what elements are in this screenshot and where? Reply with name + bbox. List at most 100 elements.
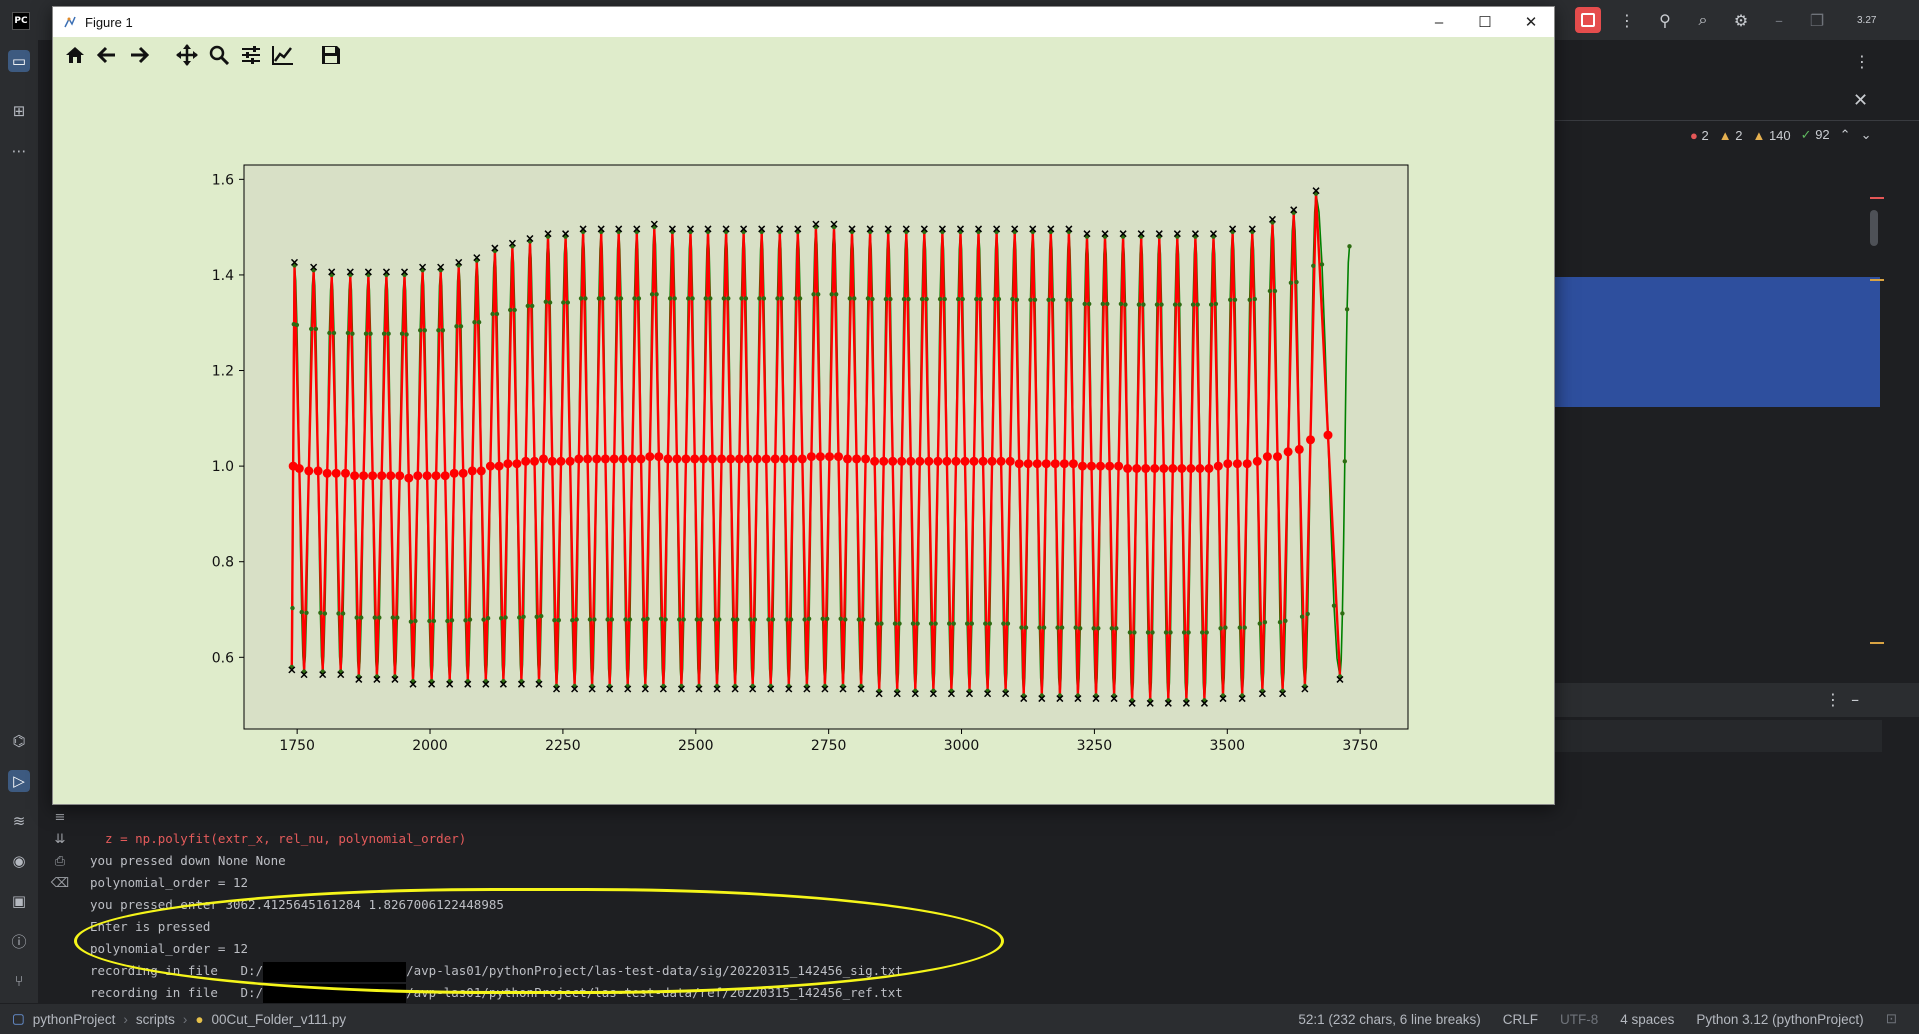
- y-tick-label: 1.4: [212, 268, 234, 284]
- signal-point: [712, 617, 717, 622]
- breadcrumb-file[interactable]: 00Cut_Folder_v111.py: [212, 1012, 347, 1027]
- minimize-button[interactable]: –: [1416, 7, 1462, 37]
- stop-button[interactable]: [1575, 7, 1601, 33]
- file-encoding[interactable]: UTF-8: [1560, 1012, 1598, 1027]
- services-icon[interactable]: ◉: [8, 850, 30, 872]
- scroll-to-end-icon[interactable]: ⇊: [50, 832, 70, 854]
- line-separator[interactable]: CRLF: [1503, 1012, 1538, 1027]
- midpoint-marker: [512, 459, 522, 469]
- signal-point: [490, 311, 495, 317]
- back-arrow-icon[interactable]: [95, 43, 119, 67]
- git-icon[interactable]: ⑂: [8, 970, 30, 992]
- indent-setting[interactable]: 4 spaces: [1620, 1012, 1674, 1027]
- signal-point: [906, 296, 911, 302]
- pan-icon[interactable]: [175, 43, 199, 67]
- signal-point: [304, 610, 309, 615]
- home-icon[interactable]: [63, 43, 87, 67]
- signal-point: [779, 296, 785, 301]
- signal-point: [816, 292, 821, 297]
- editor-more-icon[interactable]: ⋮: [1850, 52, 1874, 71]
- caret-position[interactable]: 52:1 (232 chars, 6 line breaks): [1298, 1012, 1480, 1027]
- midpoint-marker: [987, 456, 997, 466]
- editor-tab-divider: [1552, 120, 1919, 121]
- signal-point: [440, 328, 446, 333]
- plot-canvas[interactable]: 0.6 0.8 1.0 1.2 1.4 1.6 1750 2000 2250 2500 2750 3…: [53, 73, 1554, 803]
- structure-icon[interactable]: ⊞: [8, 100, 30, 122]
- signal-point: [614, 296, 619, 301]
- settings-gear-icon[interactable]: ⚙: [1729, 11, 1753, 30]
- signal-point: [1019, 625, 1024, 630]
- figure-titlebar: Figure 1 – ☐ ✕: [53, 7, 1554, 37]
- signal-point: [874, 621, 880, 626]
- zoom-icon[interactable]: [207, 43, 231, 67]
- midpoint-marker: [1159, 464, 1169, 473]
- warning-stripe-mark: [1870, 279, 1884, 281]
- close-button[interactable]: ✕: [1508, 7, 1554, 37]
- clear-trash-icon[interactable]: ⌫: [50, 876, 70, 898]
- signal-point: [1181, 630, 1187, 635]
- midpoint-marker: [752, 454, 762, 464]
- midpoint-marker: [592, 454, 602, 464]
- run-icon[interactable]: ▷: [8, 770, 30, 792]
- signal-point: [1200, 630, 1205, 635]
- axes-edit-icon[interactable]: [271, 43, 295, 67]
- signal-point: [345, 330, 351, 336]
- editor-scrollbar[interactable]: [1870, 210, 1878, 246]
- ok-count: 92: [1815, 127, 1830, 142]
- signal-point: [965, 621, 970, 626]
- more-actions-icon[interactable]: ⋮: [1615, 11, 1639, 30]
- forward-arrow-icon[interactable]: [127, 43, 151, 67]
- more-tools-icon[interactable]: ⋯: [8, 140, 30, 162]
- signal-point: [852, 296, 857, 301]
- x-tick-label: 2000: [412, 738, 448, 754]
- midpoint-marker: [770, 454, 780, 464]
- layers-icon[interactable]: ≋: [8, 810, 30, 832]
- close-tab-icon[interactable]: ✕: [1853, 90, 1868, 111]
- python-interpreter[interactable]: Python 3.12 (pythonProject): [1696, 1012, 1863, 1027]
- midpoint-marker: [761, 454, 771, 464]
- midpoint-marker: [663, 454, 673, 464]
- signal-point: [1283, 618, 1288, 623]
- signal-point: [418, 328, 423, 333]
- midpoint-marker: [861, 454, 871, 464]
- midpoint-marker: [1273, 452, 1282, 462]
- chevron-down-icon[interactable]: ⌄: [1861, 127, 1872, 143]
- inspection-widget[interactable]: ● 2 ▲ 2 ▲ 140 ✓ 92 ⌃ ⌄: [1690, 125, 1871, 145]
- signal-point: [960, 296, 965, 302]
- breadcrumb-folder[interactable]: scripts: [136, 1012, 175, 1027]
- x-tick-label: 1750: [279, 738, 315, 754]
- search-icon[interactable]: ⌕: [1691, 10, 1715, 30]
- midpoint-marker: [440, 471, 450, 481]
- minimize-icon[interactable]: –: [1767, 11, 1791, 30]
- signal-point: [322, 611, 328, 616]
- midpoint-marker: [331, 468, 341, 478]
- project-folder-icon[interactable]: ▭: [8, 50, 30, 72]
- signal-point: [667, 296, 673, 301]
- error-stripe-mark: [1870, 197, 1884, 199]
- restore-icon[interactable]: ❐: [1805, 11, 1829, 30]
- warning-icon: ▲: [1718, 127, 1732, 143]
- midpoint-marker: [458, 468, 468, 478]
- terminal-icon[interactable]: ▣: [8, 890, 30, 912]
- signal-point: [1123, 302, 1128, 307]
- chevron-up-icon[interactable]: ⌃: [1840, 127, 1851, 143]
- lock-icon[interactable]: ⊡: [1886, 1011, 1897, 1027]
- midpoint-marker: [699, 454, 708, 464]
- print-icon[interactable]: ⎙: [50, 854, 70, 876]
- midpoint-marker: [1087, 461, 1096, 471]
- save-icon[interactable]: [319, 43, 343, 67]
- subplots-config-icon[interactable]: [239, 43, 263, 67]
- problems-icon[interactable]: ⓘ: [8, 930, 30, 952]
- python-console-icon[interactable]: ⌬: [8, 730, 30, 752]
- midpoint-marker: [888, 456, 898, 466]
- signal-point: [735, 617, 740, 622]
- breadcrumb-project[interactable]: pythonProject: [33, 1012, 116, 1027]
- x-tick-label: 2750: [811, 738, 847, 754]
- maximize-button[interactable]: ☐: [1462, 7, 1508, 37]
- midpoint-marker: [1105, 461, 1115, 471]
- run-options-icon[interactable]: ⋮ –: [1825, 690, 1859, 709]
- signal-point: [915, 621, 920, 626]
- add-user-icon[interactable]: ⚲: [1653, 11, 1677, 30]
- soft-wrap-icon[interactable]: ≡: [50, 810, 70, 832]
- signal-point: [1209, 302, 1214, 307]
